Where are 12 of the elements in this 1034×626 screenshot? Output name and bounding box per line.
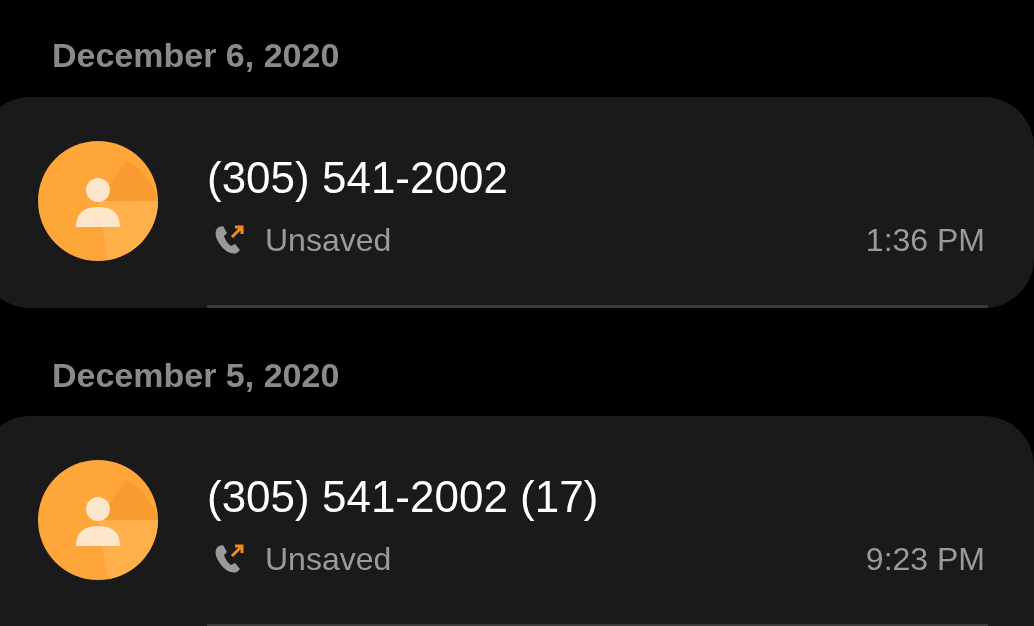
- contact-avatar-icon: [38, 460, 158, 580]
- phone-number: (305) 541-2002 (17): [207, 471, 600, 523]
- call-card[interactable]: (305) 541-2002 Unsaved 1:36 PM: [0, 97, 1034, 308]
- date-header: December 5, 2020: [52, 355, 341, 395]
- call-time: 1:36 PM: [865, 221, 985, 260]
- contact-avatar-icon: [38, 141, 158, 261]
- contact-status: Unsaved: [265, 221, 393, 260]
- phone-number: (305) 541-2002: [207, 152, 509, 204]
- contact-status: Unsaved: [265, 540, 393, 579]
- call-time: 9:23 PM: [865, 540, 985, 579]
- call-card[interactable]: (305) 541-2002 (17) Unsaved 9:23 PM: [0, 416, 1034, 626]
- date-header: December 6, 2020: [52, 35, 341, 75]
